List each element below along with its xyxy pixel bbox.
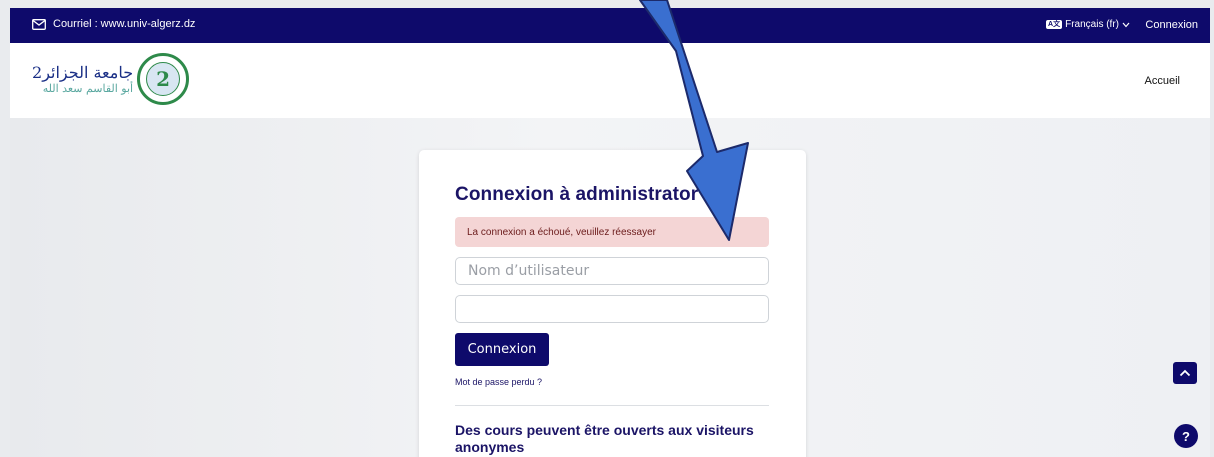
help-button[interactable]: ? — [1174, 424, 1198, 448]
chevron-up-icon — [1179, 369, 1191, 377]
login-link[interactable]: Connexion — [1145, 19, 1198, 31]
mail-icon — [32, 18, 46, 30]
site-header: جامعة الجزائر2 أبو القاسم سعد الله 2 Acc… — [10, 43, 1210, 118]
email-text: Courriel : www.univ-algerz.dz — [53, 18, 196, 30]
login-title: Connexion à administrator — [455, 184, 699, 205]
password-field[interactable] — [455, 295, 769, 323]
top-bar: Courriel : www.univ-algerz.dz A文 Françai… — [10, 8, 1210, 43]
password-input[interactable] — [456, 296, 768, 322]
divider — [455, 405, 769, 406]
username-input[interactable] — [456, 258, 768, 284]
scroll-to-top-button[interactable] — [1173, 362, 1197, 384]
error-alert: La connexion a échoué, veuillez réessaye… — [455, 217, 769, 247]
language-menu[interactable]: A文 Français (fr) — [1046, 19, 1130, 30]
language-label: Français (fr) — [1065, 19, 1119, 30]
logo-arabic-line2: أبو القاسم سعد الله — [42, 81, 134, 95]
login-card: Connexion à administrator La connexion a… — [419, 150, 806, 457]
nav-home-link[interactable]: Accueil — [1145, 75, 1180, 87]
language-icon: A文 — [1046, 20, 1063, 29]
university-seal-icon: 2 — [137, 53, 190, 105]
guest-access-heading: Des cours peuvent être ouverts aux visit… — [455, 422, 754, 455]
logo-text: جامعة الجزائر2 أبو القاسم سعد الله — [32, 62, 134, 95]
email-info[interactable]: Courriel : www.univ-algerz.dz — [32, 18, 195, 30]
login-button[interactable]: Connexion — [455, 333, 549, 366]
forgot-password-link[interactable]: Mot de passe perdu ? — [455, 377, 542, 387]
seal-emblem: 2 — [146, 62, 181, 96]
logo-arabic-line1: جامعة الجزائر2 — [32, 62, 134, 82]
username-field[interactable] — [455, 257, 769, 285]
chevron-down-icon — [1122, 22, 1130, 27]
university-logo[interactable]: جامعة الجزائر2 أبو القاسم سعد الله 2 — [32, 53, 190, 105]
